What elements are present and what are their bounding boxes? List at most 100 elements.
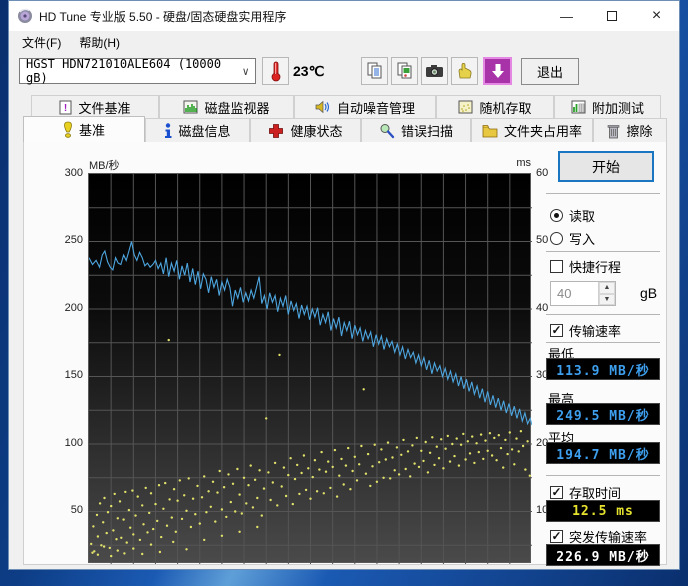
- tab-strip-bottom: 基准 磁盘信息 健康状态 错误扫描 文件夹占用率 擦除: [23, 116, 667, 142]
- separator: [546, 193, 660, 194]
- stepper-down-button[interactable]: ▼: [599, 293, 615, 305]
- checkbox-icon: ✓: [550, 323, 563, 337]
- max-value-display: 249.5 MB/秒: [546, 403, 660, 425]
- window-title: HD Tune 专业版 5.50 - 硬盘/固态硬盘实用程序: [39, 9, 287, 24]
- short-stroke-label: 快捷行程: [569, 260, 622, 275]
- separator: [546, 475, 660, 476]
- left-axis-title: MB/秒: [89, 160, 120, 172]
- tab-folder-usage[interactable]: 文件夹占用率: [471, 118, 593, 142]
- tab-label: 附加测试: [591, 100, 644, 116]
- temperature-button[interactable]: [262, 57, 289, 85]
- left-tick: 100: [64, 437, 83, 449]
- avg-value-display: 194.7 MB/秒: [546, 442, 660, 464]
- close-button[interactable]: ×: [634, 1, 679, 31]
- camera-icon: [426, 65, 443, 77]
- short-stroke-unit: gB: [640, 285, 658, 301]
- read-radio[interactable]: 读取: [550, 206, 595, 225]
- file-benchmark-icon: !: [59, 100, 72, 114]
- write-radio[interactable]: 写入: [550, 229, 595, 248]
- tab-benchmark[interactable]: 基准: [23, 116, 145, 142]
- left-tick: 200: [64, 302, 83, 314]
- save-screenshot-button[interactable]: [421, 57, 448, 85]
- tab-extra-tests[interactable]: 附加测试: [554, 95, 661, 118]
- exit-button[interactable]: 退出: [521, 58, 579, 85]
- tab-file-benchmark[interactable]: ! 文件基准: [31, 95, 159, 118]
- tab-random-access[interactable]: 随机存取: [436, 95, 554, 118]
- tab-label: 自动噪音管理: [336, 100, 415, 116]
- extra-tests-icon: [571, 100, 586, 114]
- left-tick: 50: [70, 504, 83, 516]
- info-icon: [165, 122, 172, 138]
- tab-disk-info[interactable]: 磁盘信息: [145, 118, 250, 142]
- transfer-rate-label: 传输速率: [569, 324, 622, 339]
- burst-rate-display: 226.9 MB/秒: [546, 544, 660, 566]
- magnifier-icon: [380, 123, 395, 138]
- left-tick: 250: [64, 234, 83, 246]
- tab-label: 文件基准: [78, 100, 131, 116]
- tab-label: 基准: [78, 123, 105, 138]
- tab-error-scan[interactable]: 错误扫描: [361, 118, 471, 142]
- svg-text:!: !: [64, 103, 67, 114]
- thermometer-icon: [271, 61, 280, 82]
- checkbox-icon: [550, 260, 563, 273]
- minimize-button[interactable]: —: [544, 1, 589, 31]
- tab-label: 健康状态: [290, 124, 343, 139]
- short-stroke-stepper[interactable]: 40 ▲ ▼: [550, 281, 616, 306]
- left-tick: 300: [64, 167, 83, 179]
- hand-icon: [458, 62, 471, 79]
- separator: [546, 342, 660, 343]
- checkbox-icon: ✓: [550, 485, 563, 499]
- tab-label: 擦除: [626, 124, 653, 139]
- health-cross-icon: [269, 123, 284, 138]
- separator: [546, 251, 660, 252]
- separator: [546, 314, 660, 315]
- donate-button[interactable]: [451, 57, 478, 85]
- random-access-icon: [458, 100, 473, 114]
- right-axis-title: ms: [516, 157, 531, 169]
- download-arrow-icon: [491, 64, 504, 78]
- tab-label: 磁盘监视器: [204, 100, 270, 116]
- left-tick: 150: [64, 369, 83, 381]
- tab-label: 磁盘信息: [178, 124, 231, 139]
- toolbar: HGST HDN721010ALE604 (10000 gB) ∨ 23℃ 退出: [9, 54, 679, 90]
- tab-aam[interactable]: 自动噪音管理: [294, 95, 436, 118]
- drive-selector-value: HGST HDN721010ALE604 (10000 gB): [26, 57, 222, 85]
- transfer-rate-checkbox[interactable]: ✓ 传输速率: [550, 321, 621, 340]
- checkbox-icon: ✓: [550, 529, 563, 543]
- maximize-icon: [606, 11, 617, 21]
- trash-icon: [608, 124, 620, 138]
- access-time-display: 12.5 ms: [546, 500, 660, 522]
- update-download-button[interactable]: [483, 57, 512, 85]
- benchmark-chart: [88, 173, 532, 564]
- title-bar: HD Tune 专业版 5.50 - 硬盘/固态硬盘实用程序 — ×: [9, 1, 679, 31]
- min-value-display: 113.9 MB/秒: [546, 358, 660, 380]
- disk-monitor-icon: [183, 100, 198, 114]
- app-icon: [18, 8, 32, 23]
- tab-erase[interactable]: 擦除: [593, 118, 667, 142]
- copy-text-button[interactable]: [361, 57, 388, 85]
- maximize-button[interactable]: [589, 1, 634, 31]
- stepper-up-button[interactable]: ▲: [599, 282, 615, 294]
- app-window: HD Tune 专业版 5.50 - 硬盘/固态硬盘实用程序 — × 文件(F)…: [8, 0, 680, 570]
- menu-bar: 文件(F) 帮助(H): [9, 31, 679, 54]
- benchmark-icon: [64, 121, 72, 138]
- tab-label: 错误扫描: [400, 124, 453, 139]
- tab-disk-monitor[interactable]: 磁盘监视器: [159, 95, 294, 118]
- short-stroke-checkbox[interactable]: 快捷行程: [550, 257, 621, 276]
- folder-icon: [482, 124, 498, 137]
- tab-strip-top: ! 文件基准 磁盘监视器 自动噪音管理 随机存取 附加测试: [31, 95, 661, 118]
- tab-label: 随机存取: [479, 100, 532, 116]
- copy-image-button[interactable]: [391, 57, 418, 85]
- short-stroke-value: 40: [557, 286, 572, 301]
- chart-canvas: [89, 174, 532, 564]
- start-button[interactable]: 开始: [558, 151, 654, 182]
- copy-text-icon: [367, 62, 381, 79]
- menu-help[interactable]: 帮助(H): [70, 31, 129, 54]
- menu-file[interactable]: 文件(F): [13, 31, 70, 54]
- radio-icon: [550, 209, 563, 222]
- write-label: 写入: [569, 232, 596, 247]
- temperature-value: 23℃: [293, 63, 325, 79]
- drive-selector[interactable]: HGST HDN721010ALE604 (10000 gB) ∨: [19, 57, 256, 85]
- tab-label: 文件夹占用率: [503, 124, 582, 139]
- tab-health[interactable]: 健康状态: [250, 118, 361, 142]
